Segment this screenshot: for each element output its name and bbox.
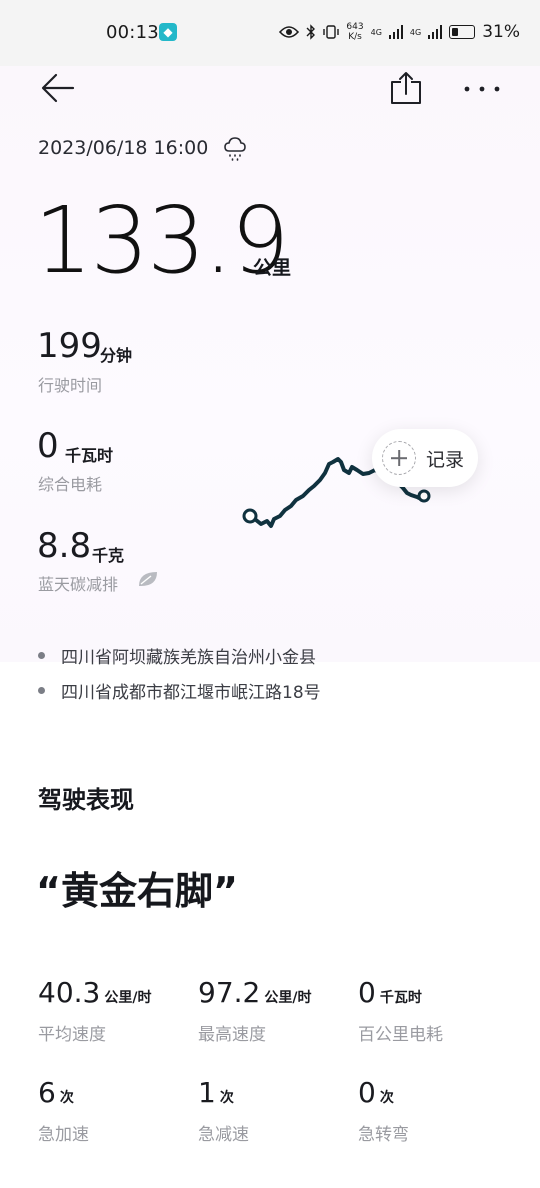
carbon-unit: 千克 (92, 546, 125, 565)
network-speed: 643 K/s (346, 22, 364, 42)
metric-energy-per-100km: 0 千瓦时 百公里电耗 (358, 976, 443, 1045)
carbon-label: 蓝天碳减排 (38, 575, 119, 594)
start-address-text: 四川省阿坝藏族羌族自治州小金县 (61, 648, 316, 668)
energy-label: 综合电耗 (38, 475, 103, 494)
driving-performance-title: 驾驶表现 (38, 786, 134, 814)
metric-unit: 次 (59, 1090, 74, 1106)
energy-unit: 千瓦时 (65, 446, 114, 465)
metric-hard-acceleration: 6次 急加速 (38, 1076, 89, 1145)
end-address-text: 四川省成都市都江堰市岷江路18号 (61, 683, 321, 703)
route-end-marker (417, 489, 431, 503)
route-start-marker (242, 508, 258, 524)
metric-label: 急转弯 (358, 1125, 409, 1145)
metric-hard-braking: 1次 急减速 (198, 1076, 249, 1145)
duration-unit: 分钟 (100, 346, 133, 365)
status-bar: 00:13 ◆ 643 K/s 4G 4G 31% (0, 0, 540, 66)
driving-style-quote: “黄金右脚” (36, 869, 238, 913)
bluetooth-icon (306, 24, 316, 40)
eye-icon (279, 26, 300, 38)
signal-2-icon (428, 25, 443, 39)
duration-value: 199 (37, 326, 102, 366)
signal-1-icon (388, 25, 403, 39)
plus-icon (382, 441, 416, 475)
trip-distance-unit: 公里 (253, 257, 292, 279)
metric-value: 40.3 (38, 976, 101, 1009)
rain-cloud-icon (224, 137, 246, 161)
metric-label: 急加速 (38, 1125, 89, 1145)
metric-unit: 公里/时 (104, 990, 152, 1006)
metric-value: 6 (38, 1076, 56, 1109)
add-record-button[interactable]: 记录 (372, 429, 478, 487)
start-address: 四川省阿坝藏族羌族自治州小金县 (38, 643, 316, 668)
metric-label: 最高速度 (198, 1025, 266, 1045)
metric-unit: 公里/时 (264, 990, 312, 1006)
carbon-value: 8.8 (37, 526, 92, 566)
app-notification-icon: ◆ (159, 23, 177, 41)
share-icon[interactable] (388, 70, 424, 106)
energy-value: 0 (37, 426, 59, 466)
metric-value: 0 (358, 976, 376, 1009)
metric-label: 平均速度 (38, 1025, 106, 1045)
metric-value: 0 (358, 1076, 376, 1109)
trip-distance-value: 133.9 (34, 187, 289, 294)
system-indicators: 643 K/s 4G 4G 31% (279, 22, 520, 42)
end-dot (38, 687, 45, 694)
metric-value: 1 (198, 1076, 216, 1109)
leaf-icon (139, 572, 157, 586)
metric-avg-speed: 40.3 公里/时 平均速度 (38, 976, 152, 1045)
trip-datetime: 2023/06/18 16:00 (38, 137, 209, 159)
add-record-label: 记录 (426, 448, 465, 471)
status-time: 00:13 (106, 22, 159, 43)
metric-unit: 次 (219, 1090, 234, 1106)
metric-unit: 千瓦时 (379, 990, 422, 1006)
battery-icon (449, 25, 476, 39)
signal-2-type: 4G (409, 27, 422, 37)
metric-sharp-turn: 0次 急转弯 (358, 1076, 409, 1145)
metric-unit: 次 (379, 1090, 394, 1106)
metric-value: 97.2 (198, 976, 261, 1009)
battery-percent: 31% (482, 22, 520, 42)
duration-label: 行驶时间 (38, 376, 103, 395)
start-dot (38, 652, 45, 659)
more-options-icon[interactable] (462, 74, 502, 104)
back-arrow-icon[interactable] (40, 70, 76, 106)
metric-label: 百公里电耗 (358, 1025, 443, 1045)
end-address: 四川省成都市都江堰市岷江路18号 (38, 678, 321, 703)
vibrate-icon (323, 25, 340, 39)
metric-label: 急减速 (198, 1125, 249, 1145)
metric-max-speed: 97.2 公里/时 最高速度 (198, 976, 312, 1045)
signal-1-type: 4G (370, 27, 382, 37)
